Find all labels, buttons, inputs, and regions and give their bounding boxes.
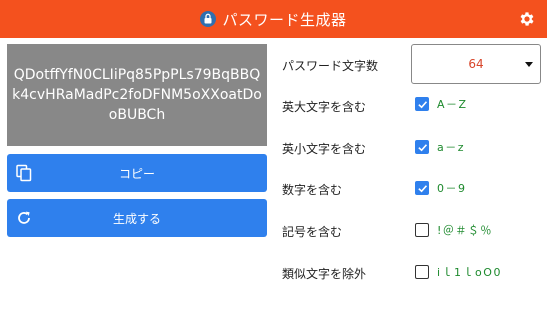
option-label-exclude-similar: 類似文字を除外 — [282, 267, 367, 281]
app-bar: パスワード生成器 — [0, 0, 547, 38]
option-sample: !＠＃＄％ — [437, 224, 493, 237]
option-exclude-similar[interactable]: iｌ1ｌoO0 — [415, 264, 502, 280]
generate-button-label: 生成する — [112, 211, 161, 226]
copy-button[interactable]: コピー — [7, 154, 267, 192]
option-label-symbols: 記号を含む — [282, 225, 343, 239]
checkbox-checked-icon[interactable] — [415, 140, 429, 154]
option-sample: 0－9 — [437, 182, 467, 195]
generate-button[interactable]: 生成する — [7, 199, 267, 237]
option-sample: a－z — [437, 141, 466, 154]
checkbox-unchecked-icon[interactable] — [415, 265, 429, 279]
option-label-lowercase: 英小文字を含む — [282, 142, 367, 156]
option-uppercase[interactable]: A－Z — [415, 96, 468, 112]
app-title: パスワード生成器 — [222, 10, 347, 29]
option-label-uppercase: 英大文字を含む — [282, 100, 367, 114]
length-label: パスワード文字数 — [282, 59, 379, 73]
refresh-icon — [18, 211, 30, 224]
app-title-group: パスワード生成器 — [200, 9, 346, 30]
password-display: QDotffYfN0CLIiPq85PpPLs79BqBBQk4cvHRaMad… — [7, 44, 267, 146]
checkbox-unchecked-icon[interactable] — [415, 223, 429, 237]
checkbox-checked-icon[interactable] — [415, 181, 429, 195]
option-label-digits: 数字を含む — [282, 183, 343, 197]
gear-icon[interactable] — [518, 10, 536, 28]
option-sample: A－Z — [437, 98, 468, 111]
checkbox-checked-icon[interactable] — [415, 97, 429, 111]
option-lowercase[interactable]: a－z — [415, 139, 465, 155]
option-symbols[interactable]: !＠＃＄％ — [415, 222, 493, 238]
length-select[interactable]: 64 — [411, 44, 541, 84]
lock-icon — [200, 11, 217, 27]
chevron-down-icon — [525, 62, 533, 67]
copy-button-label: コピー — [118, 166, 155, 181]
copy-icon — [16, 164, 32, 182]
option-digits[interactable]: 0－9 — [415, 180, 467, 196]
option-sample: iｌ1ｌoO0 — [437, 266, 502, 279]
length-value: 64 — [468, 57, 484, 71]
